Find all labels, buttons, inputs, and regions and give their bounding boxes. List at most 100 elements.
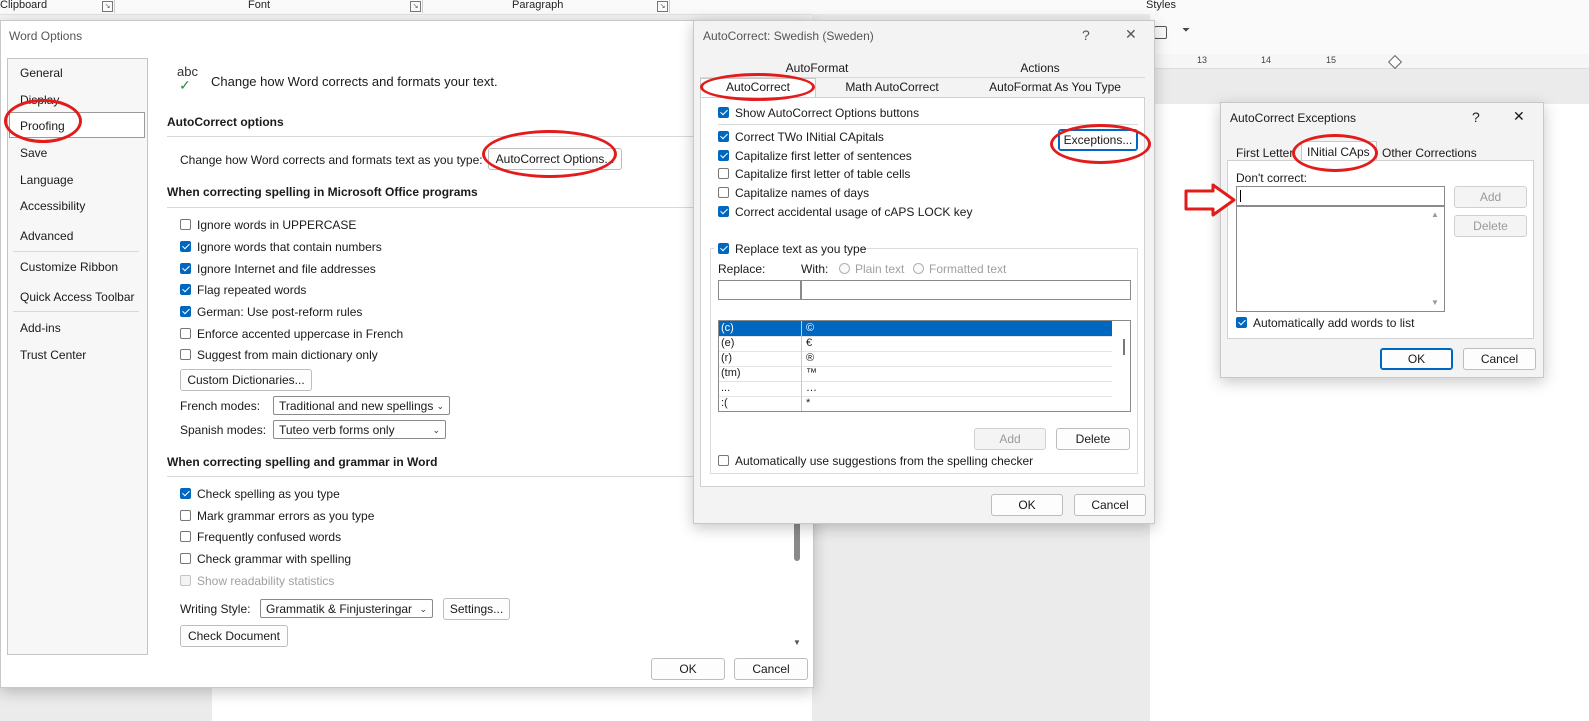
scroll-down-icon[interactable]: ▼ <box>1431 298 1439 307</box>
help-icon[interactable]: ? <box>1082 27 1090 43</box>
writing-style-select[interactable]: Grammatik & Finjusteringar ⌄ <box>260 599 433 618</box>
ignore-numbers-checkbox[interactable] <box>180 241 191 252</box>
nav-trust-center[interactable]: Trust Center <box>20 348 86 362</box>
nav-customize-ribbon[interactable]: Customize Ribbon <box>20 260 118 274</box>
exceptions-list[interactable]: ▲ ▼ <box>1236 206 1445 312</box>
replace-add-button[interactable]: Add <box>974 428 1046 450</box>
dialog-title: AutoCorrect Exceptions <box>1230 111 1357 125</box>
ignore-uppercase-checkbox[interactable] <box>180 219 191 230</box>
replace-input[interactable] <box>718 280 801 300</box>
indent-marker-icon[interactable] <box>1387 54 1403 70</box>
column-divider <box>801 321 802 336</box>
correct-two-initial-checkbox[interactable] <box>718 131 729 142</box>
help-icon[interactable]: ? <box>1472 109 1480 125</box>
dialog-launcher-icon[interactable]: ↘ <box>410 1 421 12</box>
spanish-modes-select[interactable]: Tuteo verb forms only ⌄ <box>273 420 446 439</box>
tab-math-autocorrect[interactable]: Math AutoCorrect <box>819 80 965 94</box>
nav-language[interactable]: Language <box>20 173 73 187</box>
auto-add-words-checkbox[interactable] <box>1236 317 1247 328</box>
flag-repeated-checkbox[interactable] <box>180 284 191 295</box>
french-uppercase-checkbox[interactable] <box>180 328 191 339</box>
options-ok-button[interactable]: OK <box>651 658 725 680</box>
ignore-internet-checkbox[interactable] <box>180 263 191 274</box>
section-autocorrect: AutoCorrect options <box>167 115 284 129</box>
scroll-up-icon[interactable]: ▲ <box>1431 210 1439 219</box>
capitalize-table-cells-checkbox[interactable] <box>718 168 729 179</box>
confused-words-label: Frequently confused words <box>197 530 342 544</box>
table-row[interactable]: ...… <box>719 381 1112 397</box>
dialog-launcher-icon[interactable]: ↘ <box>102 1 113 12</box>
tab-autoformat[interactable]: AutoFormat <box>698 61 936 75</box>
with-label: With: <box>801 262 829 276</box>
nav-add-ins[interactable]: Add-ins <box>20 321 61 335</box>
list-scrollbar-thumb[interactable] <box>1123 339 1125 355</box>
dialog-launcher-icon[interactable]: ↘ <box>657 1 668 12</box>
list-scrollbar[interactable] <box>1119 321 1130 411</box>
exceptions-add-button[interactable]: Add <box>1454 186 1527 208</box>
customize-toolbar-icon[interactable]: ⏷ <box>1182 25 1190 36</box>
dont-correct-input[interactable] <box>1236 186 1445 206</box>
exceptions-button[interactable]: Exceptions... <box>1058 129 1138 151</box>
table-row[interactable]: (tm) ™ <box>719 366 1112 382</box>
show-options-buttons-checkbox[interactable] <box>718 107 729 118</box>
main-dictionary-checkbox[interactable] <box>180 349 191 360</box>
options-cancel-button[interactable]: Cancel <box>734 658 808 680</box>
table-row[interactable]: :(* <box>719 396 1112 411</box>
word-options-dialog: Word Options General Display Proofing Sa… <box>0 20 814 688</box>
tab-first-letter[interactable]: First Letter <box>1236 146 1293 160</box>
scrollbar[interactable]: ▼ <box>793 521 801 651</box>
nav-save[interactable]: Save <box>20 146 47 160</box>
close-icon[interactable]: ✕ <box>1513 108 1525 125</box>
with-input[interactable] <box>801 280 1131 300</box>
writing-settings-button[interactable]: Settings... <box>443 598 510 620</box>
tab-initial-caps[interactable]: INitial CAps <box>1307 145 1370 159</box>
table-row[interactable]: (e) € <box>719 336 1112 352</box>
nav-advanced[interactable]: Advanced <box>20 229 73 243</box>
tab-autoformat-as-you-type[interactable]: AutoFormat As You Type <box>966 80 1144 94</box>
capitalize-days-checkbox[interactable] <box>718 187 729 198</box>
close-icon[interactable]: ✕ <box>1125 26 1137 43</box>
grammar-with-spelling-checkbox[interactable] <box>180 553 191 564</box>
ruler-mark: 14 <box>1261 55 1272 65</box>
exceptions-ok-button[interactable]: OK <box>1380 348 1453 370</box>
confused-words-checkbox[interactable] <box>180 531 191 542</box>
ribbon-group-clipboard: Clipboard <box>0 0 48 11</box>
auto-suggestions-checkbox[interactable] <box>718 455 729 466</box>
replace-as-you-type-checkbox[interactable] <box>718 243 729 254</box>
nav-accessibility[interactable]: Accessibility <box>20 199 85 213</box>
german-post-reform-checkbox[interactable] <box>180 306 191 317</box>
exceptions-cancel-button[interactable]: Cancel <box>1463 348 1536 370</box>
document-page-left[interactable] <box>212 688 812 721</box>
replace-label: Replace: <box>718 262 766 276</box>
nav-general[interactable]: General <box>20 66 63 80</box>
autocorrect-description: Change how Word corrects and formats tex… <box>180 153 483 167</box>
autocorrect-ok-button[interactable]: OK <box>991 494 1063 516</box>
french-modes-value: Traditional and new spellings <box>279 399 434 413</box>
check-spelling-checkbox[interactable] <box>180 488 191 499</box>
capitalize-sentences-checkbox[interactable] <box>718 150 729 161</box>
french-uppercase-label: Enforce accented uppercase in French <box>197 327 404 341</box>
tab-other-corrections[interactable]: Other Corrections <box>1382 146 1477 160</box>
mark-grammar-checkbox[interactable] <box>180 510 191 521</box>
replace-delete-button[interactable]: Delete <box>1056 428 1130 450</box>
row-with: ® <box>806 352 815 364</box>
check-document-button[interactable]: Check Document <box>180 625 288 647</box>
replacement-list[interactable]: (c) © (e) € (r) ® (tm) ™ ... … :(* <box>718 320 1131 412</box>
nav-proofing[interactable]: Proofing <box>20 119 65 133</box>
replace-as-you-type-label: Replace text as you type <box>735 242 867 256</box>
tab-autocorrect[interactable]: AutoCorrect <box>700 80 816 94</box>
french-modes-select[interactable]: Traditional and new spellings ⌄ <box>273 396 450 415</box>
scrollbar-thumb[interactable] <box>794 521 800 561</box>
nav-quick-access-toolbar[interactable]: Quick Access Toolbar <box>20 290 135 304</box>
table-row[interactable]: (r) ® <box>719 351 1112 367</box>
scroll-down-icon[interactable]: ▼ <box>793 638 801 647</box>
toolbar-box-icon[interactable] <box>1154 26 1167 39</box>
custom-dictionaries-button[interactable]: Custom Dictionaries... <box>180 369 312 391</box>
exceptions-delete-button[interactable]: Delete <box>1454 215 1527 237</box>
caps-lock-checkbox[interactable] <box>718 206 729 217</box>
tab-actions[interactable]: Actions <box>936 61 1144 75</box>
autocorrect-options-button[interactable]: AutoCorrect Options... <box>488 148 622 170</box>
nav-display[interactable]: Display <box>20 93 59 107</box>
table-row[interactable]: (c) © <box>719 321 1112 337</box>
autocorrect-cancel-button[interactable]: Cancel <box>1074 494 1146 516</box>
